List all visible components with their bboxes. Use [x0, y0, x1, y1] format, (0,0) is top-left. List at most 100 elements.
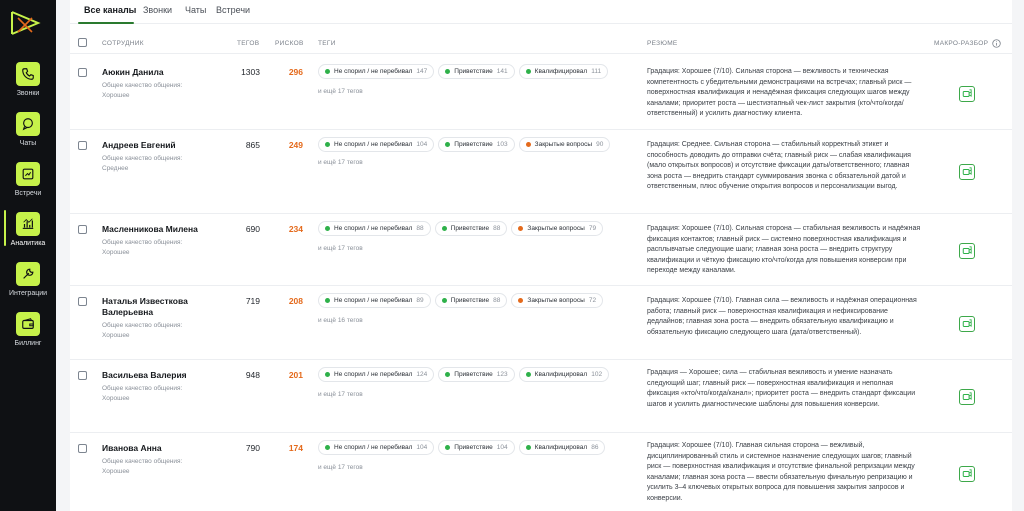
quality-value: Хорошее — [102, 332, 130, 339]
row-checkbox[interactable] — [78, 141, 87, 150]
table-row[interactable]: Наталья Известкова Валерьевна Общее каче… — [70, 286, 1012, 360]
employee-name[interactable]: Васильева Валерия — [102, 370, 212, 381]
tag-chip[interactable]: Закрытые вопросы 72 — [511, 293, 604, 308]
select-all-checkbox[interactable] — [78, 38, 87, 47]
scroll-gutter — [1012, 0, 1024, 511]
tag-chip[interactable]: Квалифицировал 102 — [518, 367, 610, 382]
tag-chip[interactable]: Квалифицировал 86 — [518, 440, 606, 455]
tag-chip[interactable]: Приветствие 104 — [438, 440, 515, 455]
tag-chip[interactable]: Приветствие 141 — [438, 64, 515, 79]
tag-label: Приветствие — [454, 68, 493, 75]
table-row[interactable]: Масленникова Милена Общее качество общен… — [70, 214, 1012, 286]
sidebar-item-calls[interactable]: Звонки — [0, 62, 56, 108]
tag-chip[interactable]: Не спорил / не перебивал 147 — [318, 64, 435, 79]
more-tags-link[interactable]: и ещё 17 тегов — [318, 387, 638, 402]
tag-count: 86 — [591, 444, 599, 451]
sidebar-item-label: Звонки — [16, 90, 40, 97]
macro-analysis-button[interactable] — [959, 466, 975, 482]
more-tags-link[interactable]: и ещё 17 тегов — [318, 84, 638, 99]
tag-list: Не спорил / не перебивал 147 Приветствие 14… — [318, 64, 638, 99]
macro-analysis-button[interactable] — [959, 316, 975, 332]
tab-chats[interactable]: Чаты — [185, 5, 206, 15]
sidebar-item-analytics[interactable]: Аналитика — [0, 212, 56, 258]
info-icon[interactable] — [992, 39, 1001, 48]
quality-label: Общее качество общения: — [102, 82, 183, 89]
tag-count: 104 — [416, 444, 428, 451]
tag-chip[interactable]: Не спорил / не перебивал 104 — [318, 440, 435, 455]
employee-name[interactable]: Андреев Евгений — [102, 140, 212, 151]
tag-label: Не спорил / не перебивал — [334, 297, 413, 304]
table-row[interactable]: Иванова Анна Общее качество общения: Хор… — [70, 433, 1012, 511]
row-checkbox[interactable] — [78, 371, 87, 380]
status-dot — [325, 142, 330, 147]
tag-chip[interactable]: Не спорил / не перебивал 89 — [318, 293, 431, 308]
tags-count: 790 — [245, 443, 260, 453]
more-tags-link[interactable]: и ещё 17 тегов — [318, 460, 638, 475]
status-dot — [445, 372, 451, 377]
quality-value: Хорошее — [102, 92, 130, 99]
macro-analysis-button[interactable] — [959, 86, 975, 102]
table-row[interactable]: Васильева Валерия Общее качество общения… — [70, 360, 1012, 433]
table-row[interactable]: Аюкин Данила Общее качество общения: Хор… — [70, 57, 1012, 130]
employee-name[interactable]: Аюкин Данила — [102, 67, 212, 78]
tag-chip[interactable]: Не спорил / не перебивал 104 — [318, 137, 435, 152]
status-dot — [518, 226, 524, 231]
tag-chip[interactable]: Не спорил / не перебивал 124 — [318, 367, 435, 382]
sidebar-item-integrations[interactable]: Интеграции — [0, 262, 56, 308]
status-dot — [445, 445, 451, 450]
macro-analysis-button[interactable] — [959, 389, 975, 405]
more-tags-link[interactable]: и ещё 17 тегов — [318, 241, 638, 256]
column-summary: РЕЗЮМЕ — [647, 40, 678, 47]
row-checkbox[interactable] — [78, 68, 87, 77]
tags-count: 690 — [245, 224, 260, 234]
tag-chip[interactable]: Приветствие 103 — [438, 137, 515, 152]
tags-count: 1303 — [241, 67, 260, 77]
status-dot — [325, 372, 330, 377]
status-dot — [525, 372, 531, 377]
column-tags-count[interactable]: ТЕГОВ — [237, 40, 259, 47]
risks-count: 201 — [288, 370, 303, 380]
sidebar-item-billing[interactable]: Биллинг — [0, 312, 56, 358]
column-risks-count[interactable]: РИСКОВ — [275, 40, 304, 47]
risks-count: 249 — [288, 140, 303, 150]
tag-count: 141 — [496, 68, 508, 75]
more-tags-link[interactable]: и ещё 16 тегов — [318, 313, 638, 328]
tags-count: 948 — [245, 370, 260, 380]
tag-count: 79 — [588, 225, 597, 232]
app-window: Звонки Чаты Встречи Аналитика Интеграции… — [0, 0, 1024, 511]
tab-calls[interactable]: Звонки — [143, 5, 172, 15]
employee-name[interactable]: Наталья Известкова Валерьевна — [102, 296, 212, 318]
status-dot — [445, 142, 451, 147]
tag-count: 111 — [591, 68, 602, 75]
row-checkbox[interactable] — [78, 225, 87, 234]
row-checkbox[interactable] — [78, 444, 87, 453]
tag-chip[interactable]: Приветствие 123 — [438, 367, 515, 382]
more-tags-link[interactable]: и ещё 17 тегов — [318, 155, 363, 170]
macro-analysis-button[interactable] — [959, 164, 975, 180]
analytics-icon — [16, 212, 40, 236]
column-employee[interactable]: СОТРУДНИК — [102, 40, 144, 47]
macro-analysis-button[interactable] — [959, 243, 975, 259]
tab-all-channels[interactable]: Все каналы — [84, 5, 136, 15]
status-dot — [518, 298, 524, 303]
quality-value: Хорошее — [102, 395, 130, 402]
row-checkbox[interactable] — [78, 297, 87, 306]
tag-chip[interactable]: Закрытые вопросы 90 — [518, 137, 611, 152]
tag-label: Квалифицировал — [534, 371, 588, 378]
tag-count: 88 — [416, 225, 424, 232]
tag-chip[interactable]: Квалифицировал 111 — [518, 64, 609, 79]
sidebar-item-chats[interactable]: Чаты — [0, 112, 56, 158]
risks-count: 296 — [288, 67, 303, 77]
tab-meetings[interactable]: Встречи — [216, 5, 250, 15]
tag-chip[interactable]: Закрытые вопросы 79 — [511, 221, 604, 236]
tag-label: Не спорил / не перебивал — [334, 141, 413, 148]
tag-count: 88 — [493, 225, 501, 232]
tag-chip[interactable]: Приветствие 88 — [434, 221, 508, 236]
tag-chip[interactable]: Приветствие 88 — [434, 293, 508, 308]
table-row[interactable]: Андреев Евгений Общее качество общения: … — [70, 130, 1012, 214]
employee-name[interactable]: Масленникова Милена — [102, 224, 212, 235]
tag-chip[interactable]: Не спорил / не перебивал 88 — [318, 221, 431, 236]
employee-name[interactable]: Иванова Анна — [102, 443, 212, 454]
quality-value: Хорошее — [102, 249, 130, 256]
sidebar-item-meetings[interactable]: Встречи — [0, 162, 56, 208]
